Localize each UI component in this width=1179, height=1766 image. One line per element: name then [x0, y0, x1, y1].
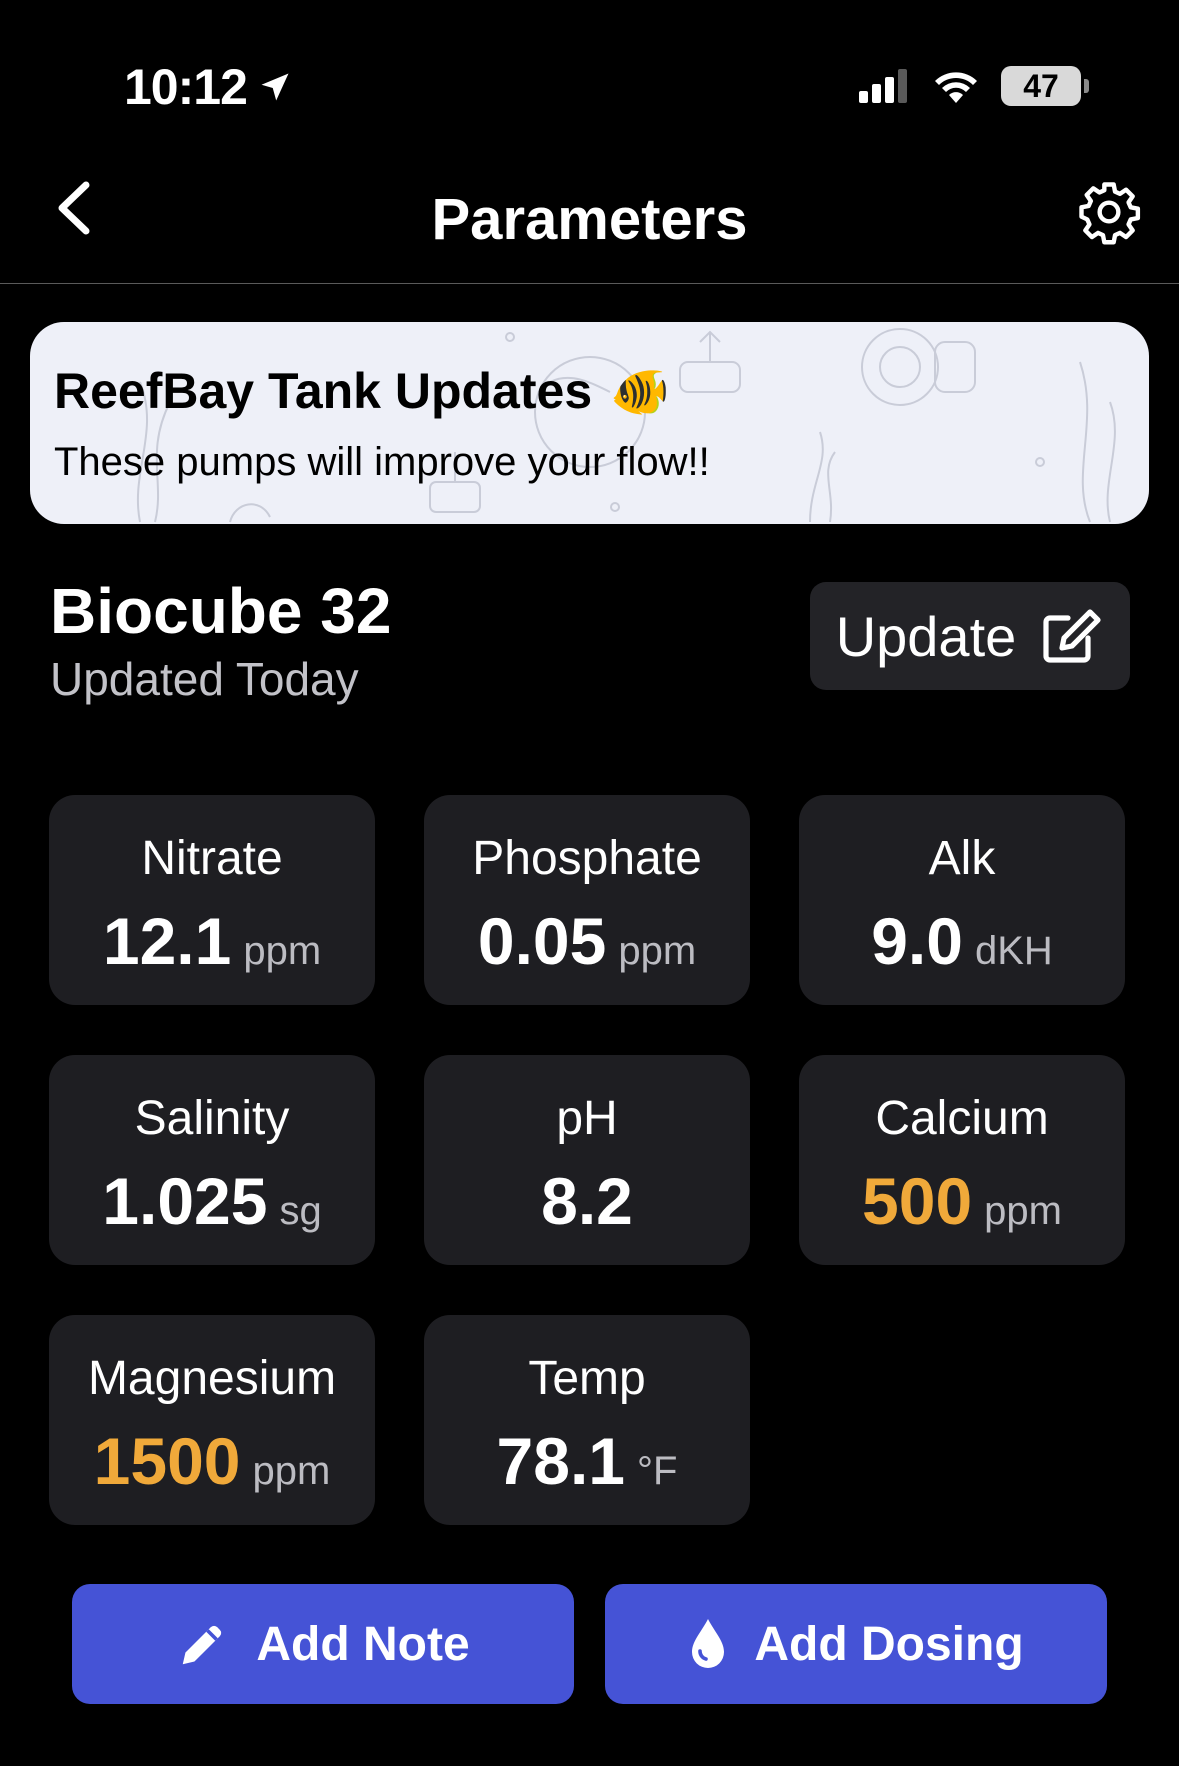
status-icons: 47	[859, 66, 1089, 106]
update-button[interactable]: Update	[810, 582, 1130, 690]
parameter-unit: ppm	[984, 1189, 1062, 1233]
parameter-card-magnesium[interactable]: Magnesium 1500 ppm	[49, 1315, 375, 1525]
parameter-card-temp[interactable]: Temp 78.1 °F	[424, 1315, 750, 1525]
parameter-value: 0.05	[477, 904, 607, 978]
cellular-signal-icon	[859, 69, 907, 103]
parameter-unit: ppm	[243, 929, 322, 973]
parameter-value: 78.1	[496, 1424, 626, 1498]
status-bar: 10:12 47	[0, 0, 1179, 150]
gear-icon	[1079, 182, 1141, 245]
parameter-unit: ppm	[618, 929, 697, 973]
add-dosing-button[interactable]: Add Dosing	[605, 1584, 1107, 1704]
parameter-value: 1500	[93, 1424, 241, 1498]
water-drop-icon	[692, 1619, 725, 1668]
clock-text: 10:12	[124, 59, 248, 115]
parameter-card-nitrate[interactable]: Nitrate 12.1 ppm	[49, 795, 375, 1005]
parameter-value: 9.0	[871, 904, 963, 978]
pencil-icon	[183, 1625, 222, 1665]
parameter-label: Alk	[928, 832, 996, 885]
add-note-button[interactable]: Add Note	[72, 1584, 574, 1704]
parameter-label: Temp	[528, 1352, 646, 1405]
status-time: 10:12	[124, 58, 293, 116]
edit-icon	[1043, 609, 1101, 663]
parameter-card-calcium[interactable]: Calcium 500 ppm	[799, 1055, 1125, 1265]
parameter-value: 12.1	[102, 904, 232, 978]
banner-title-text: ReefBay Tank Updates	[54, 363, 593, 419]
parameter-card-alk[interactable]: Alk 9.0 dKH	[799, 795, 1125, 1005]
parameter-reading: 78.1 °F	[424, 1423, 750, 1499]
add-note-label: Add Note	[256, 1617, 470, 1671]
reef-decoration-illustration	[136, 328, 1116, 523]
parameter-label: Phosphate	[472, 832, 702, 885]
parameter-reading: 12.1 ppm	[49, 903, 375, 979]
parameter-value: 500	[862, 1164, 973, 1238]
parameter-label: pH	[556, 1092, 618, 1145]
parameter-unit: °F	[637, 1449, 678, 1493]
page-title: Parameters	[431, 187, 748, 252]
parameter-unit: sg	[279, 1189, 322, 1233]
settings-button[interactable]	[1073, 176, 1145, 248]
update-button-label: Update	[835, 604, 1017, 668]
tank-name: Biocube 32	[50, 575, 392, 647]
parameter-reading: 8.2	[424, 1163, 750, 1239]
promo-banner[interactable]: ReefBay Tank Updates 🐠 These pumps will …	[30, 322, 1149, 524]
battery-indicator: 47	[1001, 66, 1089, 106]
parameter-card-phosphate[interactable]: Phosphate 0.05 ppm	[424, 795, 750, 1005]
location-arrow-icon	[261, 73, 289, 101]
parameter-label: Salinity	[134, 1092, 290, 1145]
parameter-reading: 1.025 sg	[49, 1163, 375, 1239]
battery-level: 47	[1023, 67, 1059, 104]
parameter-label: Calcium	[875, 1092, 1049, 1145]
banner-title: ReefBay Tank Updates 🐠	[54, 362, 670, 420]
parameter-value: 1.025	[102, 1164, 268, 1238]
banner-subtitle: These pumps will improve your flow!!	[54, 440, 710, 484]
parameter-reading: 500 ppm	[799, 1163, 1125, 1239]
parameter-label: Nitrate	[141, 832, 283, 885]
tropical-fish-icon: 🐠	[610, 365, 670, 419]
parameter-reading: 1500 ppm	[49, 1423, 375, 1499]
tank-updated-status: Updated Today	[50, 653, 359, 705]
parameter-unit: ppm	[252, 1449, 331, 1493]
navigation-bar: Parameters	[0, 150, 1179, 284]
parameter-reading: 9.0 dKH	[799, 903, 1125, 979]
parameter-reading: 0.05 ppm	[424, 903, 750, 979]
parameter-label: Magnesium	[87, 1352, 337, 1405]
add-dosing-label: Add Dosing	[754, 1617, 1024, 1671]
parameter-unit: dKH	[974, 929, 1053, 973]
parameter-value: 8.2	[541, 1164, 633, 1238]
wifi-icon	[935, 72, 977, 103]
parameter-card-ph[interactable]: pH 8.2	[424, 1055, 750, 1265]
parameter-card-salinity[interactable]: Salinity 1.025 sg	[49, 1055, 375, 1265]
